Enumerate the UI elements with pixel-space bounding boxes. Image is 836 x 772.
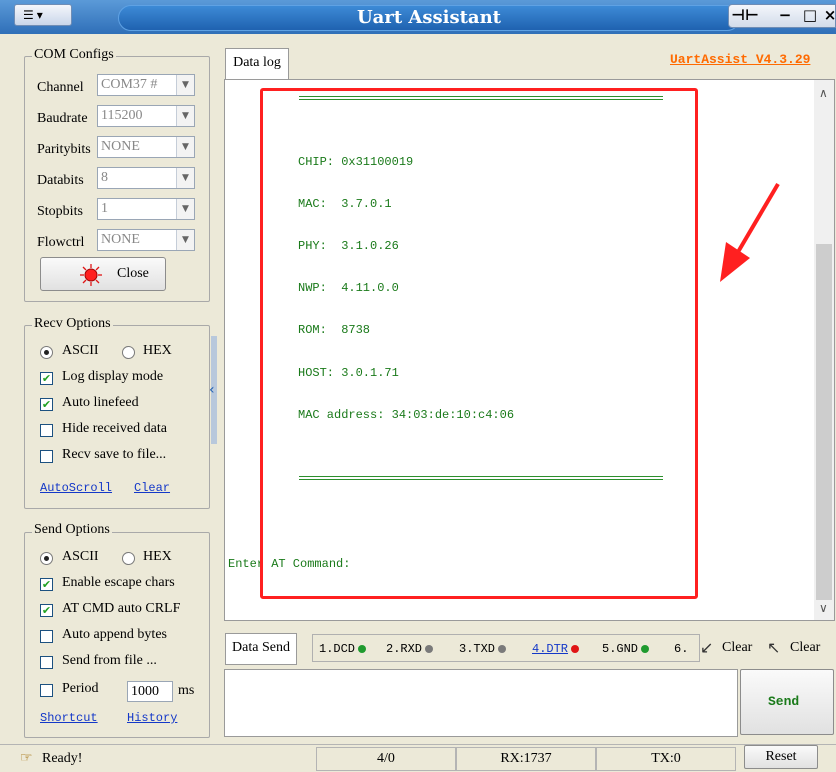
hide-received-label: Hide received data xyxy=(62,421,167,436)
status-tx: TX:0 xyxy=(596,747,736,771)
flowctrl-select[interactable]: NONE ▼ xyxy=(97,229,195,251)
shortcut-link[interactable]: Shortcut xyxy=(40,711,98,725)
tab-data-send[interactable]: Data Send xyxy=(225,633,297,665)
status-ready: Ready! xyxy=(42,751,83,766)
period-unit: ms xyxy=(178,683,195,698)
chevron-down-icon: ▼ xyxy=(176,199,194,219)
period-checkbox[interactable] xyxy=(40,684,53,697)
autoscroll-link[interactable]: AutoScroll xyxy=(40,481,112,495)
annotation-arrow xyxy=(720,182,780,282)
clear-arrow-icon: ↖ xyxy=(767,638,781,657)
channel-label: Channel xyxy=(37,80,84,95)
version-link[interactable]: UartAssist V4.3.29 xyxy=(670,52,810,67)
pin-dtr[interactable]: 4.DTR xyxy=(532,642,580,656)
baudrate-label: Baudrate xyxy=(37,111,88,126)
recv-hex-radio[interactable] xyxy=(122,346,135,359)
stopbits-label: Stopbits xyxy=(37,204,83,219)
recv-hex-label: HEX xyxy=(143,343,172,358)
chevron-down-icon: ▼ xyxy=(176,106,194,126)
send-button[interactable]: Send xyxy=(740,669,834,735)
chevron-down-icon: ▼ xyxy=(176,75,194,95)
clear-recv-button[interactable]: Clear xyxy=(790,640,820,656)
recv-clear-link[interactable]: Clear xyxy=(134,481,170,495)
recv-options-title: Recv Options xyxy=(32,316,113,332)
auto-append-label: Auto append bytes xyxy=(62,627,167,642)
send-from-file-checkbox[interactable] xyxy=(40,656,53,669)
log-display-mode-label: Log display mode xyxy=(62,369,164,384)
recv-save-checkbox[interactable] xyxy=(40,450,53,463)
at-crlf-label: AT CMD auto CRLF xyxy=(62,601,181,616)
channel-select[interactable]: COM37 # ▼ xyxy=(97,74,195,96)
history-link[interactable]: History xyxy=(127,711,177,725)
period-label: Period xyxy=(62,681,99,696)
pin-6: 6. xyxy=(674,642,689,656)
scroll-down-icon[interactable]: ∨ xyxy=(819,601,828,615)
auto-linefeed-checkbox[interactable]: ✔ xyxy=(40,398,53,411)
pin-icon[interactable]: ⊣⊢ xyxy=(730,4,760,26)
tab-data-log[interactable]: Data log xyxy=(225,48,289,80)
com-configs-title: COM Configs xyxy=(32,47,116,63)
send-label: Send xyxy=(768,694,800,709)
hide-received-checkbox[interactable] xyxy=(40,424,53,437)
clear-send-button[interactable]: Clear xyxy=(722,640,752,656)
close-port-button[interactable]: Close xyxy=(40,257,166,291)
databits-select[interactable]: 8 ▼ xyxy=(97,167,195,189)
led-txd xyxy=(498,644,507,653)
at-crlf-checkbox[interactable]: ✔ xyxy=(40,604,53,617)
baudrate-select[interactable]: 115200 ▼ xyxy=(97,105,195,127)
status-counter: 4/0 xyxy=(316,747,456,771)
led-rxd xyxy=(425,644,434,653)
scroll-up-icon[interactable]: ∧ xyxy=(819,86,828,100)
clear-arrow-icon: ↙ xyxy=(700,638,714,657)
databits-label: Databits xyxy=(37,173,84,188)
close-port-label: Close xyxy=(117,266,149,281)
stopbits-select[interactable]: 1 ▼ xyxy=(97,198,195,220)
chevron-down-icon: ▼ xyxy=(176,137,194,157)
led-dtr xyxy=(571,644,580,653)
pin-rxd: 2.RXD xyxy=(386,642,434,656)
recv-ascii-label: ASCII xyxy=(62,343,99,358)
close-icon[interactable]: × xyxy=(815,4,836,26)
send-hex-radio[interactable] xyxy=(122,552,135,565)
log-display-mode-checkbox[interactable]: ✔ xyxy=(40,372,53,385)
led-gnd xyxy=(641,644,650,653)
auto-linefeed-label: Auto linefeed xyxy=(62,395,139,410)
pin-txd: 3.TXD xyxy=(459,642,507,656)
paritybits-label: Paritybits xyxy=(37,142,91,157)
menu-icon: ☰ ▾ xyxy=(23,8,43,22)
chevron-down-icon: ▼ xyxy=(176,230,194,250)
window-title: Uart Assistant xyxy=(356,7,501,28)
collapse-arrow-icon[interactable]: ‹ xyxy=(209,382,215,398)
send-hex-label: HEX xyxy=(143,549,172,564)
send-ascii-label: ASCII xyxy=(62,549,99,564)
paritybits-select[interactable]: NONE ▼ xyxy=(97,136,195,158)
send-ascii-radio[interactable] xyxy=(40,552,53,565)
flowctrl-label: Flowctrl xyxy=(37,235,85,250)
auto-append-checkbox[interactable] xyxy=(40,630,53,643)
log-scrollbar[interactable]: ∧ ∨ xyxy=(814,80,834,620)
period-input[interactable]: 1000 xyxy=(127,681,173,702)
led-dcd xyxy=(358,644,367,653)
status-rx: RX:1737 xyxy=(456,747,596,771)
escape-chars-label: Enable escape chars xyxy=(62,575,175,590)
recv-save-label: Recv save to file... xyxy=(62,447,167,462)
send-input[interactable] xyxy=(224,669,738,737)
pin-dcd: 1.DCD xyxy=(319,642,367,656)
recv-ascii-radio[interactable] xyxy=(40,346,53,359)
chevron-down-icon: ▼ xyxy=(176,168,194,188)
send-from-file-label: Send from file ... xyxy=(62,653,157,668)
system-menu-button[interactable]: ☰ ▾ xyxy=(14,4,72,26)
scroll-thumb[interactable] xyxy=(816,244,832,600)
annotation-highlight xyxy=(260,88,698,599)
reset-button[interactable]: Reset xyxy=(744,745,818,769)
ready-icon: ☞ xyxy=(20,751,33,766)
pin-gnd: 5.GND xyxy=(602,642,650,656)
port-status-icon xyxy=(80,264,102,286)
send-options-title: Send Options xyxy=(32,522,112,538)
escape-chars-checkbox[interactable]: ✔ xyxy=(40,578,53,591)
